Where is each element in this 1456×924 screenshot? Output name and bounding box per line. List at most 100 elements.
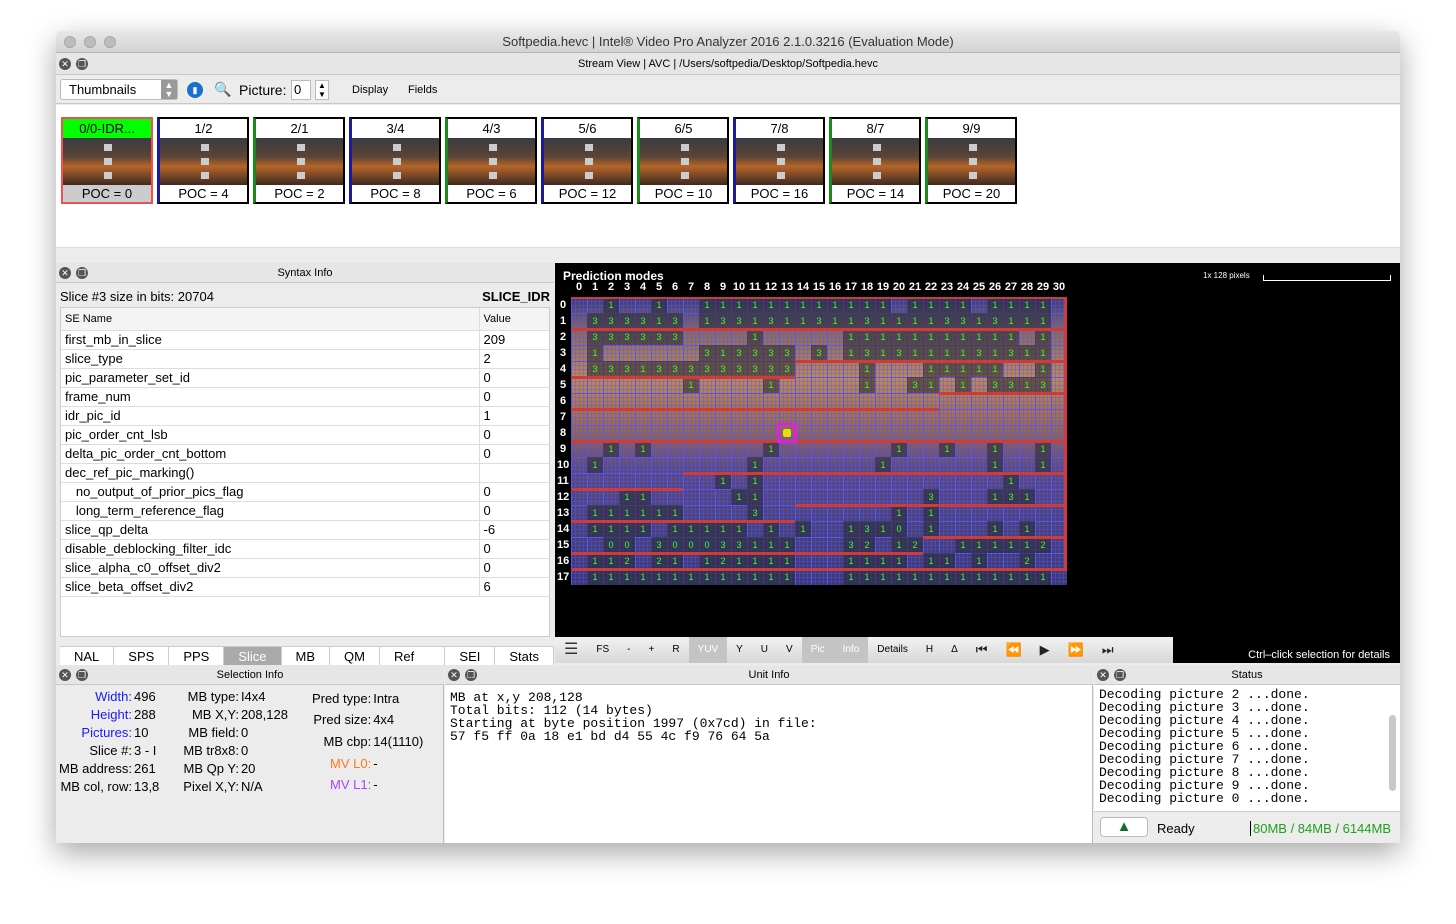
mode-digit: 1 <box>875 553 891 569</box>
view-mode-value: Thumbnails <box>69 82 137 97</box>
first-frame-icon[interactable]: ⏮ <box>967 637 997 663</box>
picture-stepper[interactable]: ▲ ▼ <box>315 80 329 100</box>
thumbnail[interactable]: 5/6 POC = 12 <box>541 117 633 204</box>
thumbnail[interactable]: 8/7 POC = 14 <box>829 117 921 204</box>
tab-sei[interactable]: SEI <box>445 646 496 666</box>
warning-icon[interactable]: ▲ <box>1100 817 1148 837</box>
stats-icon[interactable]: ▮ <box>187 82 203 98</box>
float-icon[interactable]: ❐ <box>465 669 477 681</box>
close-icon[interactable]: ✕ <box>1097 669 1109 681</box>
video-button-6[interactable]: U <box>752 637 777 663</box>
thumbnail[interactable]: 7/8 POC = 16 <box>733 117 825 204</box>
column-index: 23 <box>940 281 954 293</box>
tab-qm[interactable]: QM <box>330 646 380 666</box>
video-button-0[interactable]: FS <box>587 637 618 663</box>
menu-icon[interactable]: ☰ <box>555 637 587 663</box>
mode-digit: 1 <box>1019 345 1035 361</box>
mode-digit: 1 <box>763 521 779 537</box>
scale-bar <box>1263 275 1391 281</box>
thumbnail[interactable]: 2/1 POC = 2 <box>253 117 345 204</box>
selection-value: - <box>373 777 378 793</box>
video-view[interactable]: Prediction modes 1x 128 pixels 111111111… <box>555 263 1400 663</box>
table-row[interactable]: no_output_of_prior_pics_flag 0 <box>61 482 549 502</box>
table-row[interactable]: long_term_reference_flag 0 <box>61 501 549 521</box>
video-button-7[interactable]: V <box>777 637 802 663</box>
table-row[interactable]: slice_alpha_c0_offset_div2 0 <box>61 558 549 578</box>
zoom-icon[interactable]: 🔍 <box>214 81 231 98</box>
selection-label: MV L1: <box>330 777 372 793</box>
view-mode-select[interactable]: Thumbnails ▲ ▼ <box>60 79 178 100</box>
table-row[interactable]: pic_order_cnt_lsb 0 <box>61 425 549 445</box>
tab-slice[interactable]: Slice <box>224 646 282 666</box>
table-row[interactable]: slice_type 2 <box>61 349 549 369</box>
close-icon[interactable]: ✕ <box>448 669 460 681</box>
table-row[interactable]: slice_qp_delta -6 <box>61 520 549 540</box>
float-icon[interactable]: ❐ <box>76 669 88 681</box>
close-icon[interactable]: ✕ <box>59 669 71 681</box>
video-button-5[interactable]: Y <box>727 637 752 663</box>
mode-digit: 1 <box>875 457 891 473</box>
video-button-8[interactable]: Pic <box>801 637 834 663</box>
table-row[interactable]: dec_ref_pic_marking() <box>61 463 549 483</box>
video-button-2[interactable]: + <box>639 637 663 663</box>
table-row[interactable]: pic_parameter_set_id 0 <box>61 368 549 388</box>
play-icon[interactable]: ▶ <box>1031 637 1059 663</box>
mode-digit: 2 <box>651 553 667 569</box>
video-button-12[interactable]: Δ <box>942 637 967 663</box>
float-icon[interactable]: ❐ <box>76 267 88 279</box>
close-icon[interactable]: ✕ <box>59 58 71 70</box>
close-icon[interactable]: ✕ <box>59 267 71 279</box>
video-button-1[interactable]: - <box>618 637 639 663</box>
tab-sps[interactable]: SPS <box>114 646 170 666</box>
mode-digit: 1 <box>747 553 763 569</box>
thumbnail[interactable]: 0/0-IDR... POC = 0 <box>61 117 153 204</box>
table-row[interactable]: idr_pic_id 1 <box>61 406 549 426</box>
video-button-3[interactable]: R <box>663 637 688 663</box>
se-name: frame_num <box>61 387 479 407</box>
fields-button[interactable]: Fields <box>408 84 437 96</box>
tab-nal[interactable]: NAL <box>60 646 115 666</box>
selection-value: 208,128 <box>240 707 288 722</box>
table-row[interactable]: disable_deblocking_filter_idc 0 <box>61 539 549 559</box>
thumbnail[interactable]: 9/9 POC = 20 <box>925 117 1017 204</box>
selection-value: 496 <box>133 689 156 704</box>
minimize-window-button[interactable] <box>84 36 96 48</box>
thumbnail[interactable]: 4/3 POC = 6 <box>445 117 537 204</box>
last-frame-icon[interactable]: ⏭ <box>1093 637 1123 663</box>
mode-digit: 1 <box>731 297 747 313</box>
hint-text: Ctrl–click selection for details <box>1248 649 1390 661</box>
table-row[interactable]: delta_pic_order_cnt_bottom 0 <box>61 444 549 464</box>
video-button-9[interactable]: Info <box>833 637 869 663</box>
float-icon[interactable]: ❐ <box>1114 669 1126 681</box>
mode-digit: 1 <box>763 569 779 585</box>
prediction-mode-grid[interactable]: 1111111111111111111111333313133131131131… <box>571 297 1067 585</box>
tab-ref-lists[interactable]: Ref Lists <box>379 646 446 684</box>
picture-input[interactable]: 0 <box>291 80 311 100</box>
tab-pps[interactable]: PPS <box>169 646 225 666</box>
mode-digit: 1 <box>603 441 619 457</box>
video-button-4[interactable]: YUV <box>688 637 728 663</box>
se-value: -6 <box>478 520 549 540</box>
table-row[interactable]: slice_beta_offset_div2 6 <box>61 577 549 597</box>
rewind-icon[interactable]: ⏪ <box>996 637 1030 663</box>
thumbnail[interactable]: 6/5 POC = 10 <box>637 117 729 204</box>
mode-digit: 1 <box>907 313 923 329</box>
float-icon[interactable]: ❐ <box>76 58 88 70</box>
mode-digit: 1 <box>1003 473 1019 489</box>
fast-forward-icon[interactable]: ⏩ <box>1059 637 1093 663</box>
status-scrollbar[interactable] <box>1389 715 1396 791</box>
zoom-window-button[interactable] <box>104 36 116 48</box>
se-value: 0 <box>478 501 549 521</box>
video-button-11[interactable]: H <box>917 637 942 663</box>
tab-mb[interactable]: MB <box>281 646 331 666</box>
thumbnail[interactable]: 3/4 POC = 8 <box>349 117 441 204</box>
column-index: 2 <box>607 281 615 293</box>
mode-digit: 1 <box>747 329 763 345</box>
tab-stats[interactable]: Stats <box>495 646 554 666</box>
thumbnail[interactable]: 1/2 POC = 4 <box>157 117 249 204</box>
table-row[interactable]: first_mb_in_slice 209 <box>61 330 549 350</box>
display-button[interactable]: Display <box>352 84 388 96</box>
table-row[interactable]: frame_num 0 <box>61 387 549 407</box>
close-window-button[interactable] <box>64 36 76 48</box>
video-button-10[interactable]: Details <box>868 637 917 663</box>
